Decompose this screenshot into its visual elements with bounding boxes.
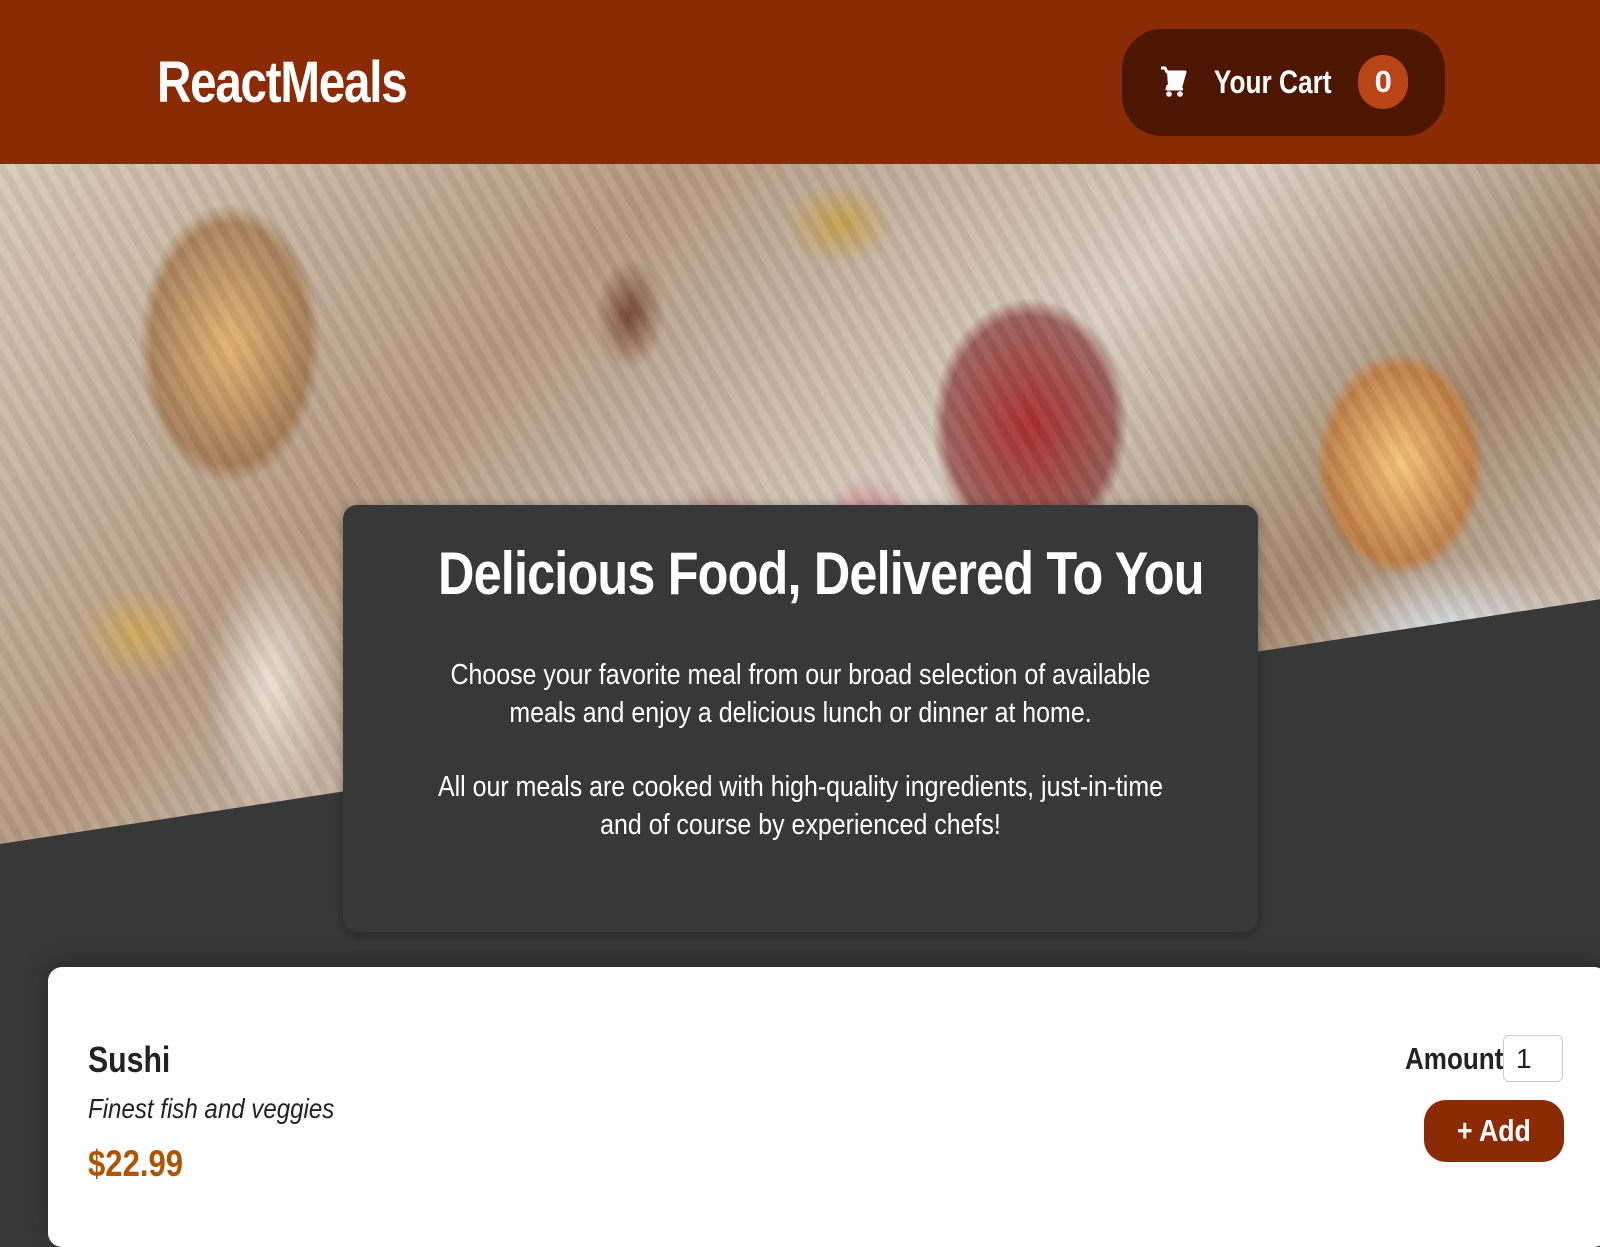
summary-paragraph-2: All our meals are cooked with high-quali… xyxy=(438,771,1163,841)
add-to-cart-button[interactable]: + Add xyxy=(1424,1100,1564,1162)
meal-name: Sushi xyxy=(88,1039,171,1080)
brand-logo: ReactMeals xyxy=(157,49,408,115)
add-button-label: + Add xyxy=(1457,1113,1531,1148)
cart-icon xyxy=(1160,66,1187,97)
cart-button[interactable]: Your Cart 0 xyxy=(1122,28,1445,136)
cart-label: Your Cart xyxy=(1213,63,1332,100)
meal-item: Sushi Finest fish and veggies $22.99 Amo… xyxy=(48,967,1600,1227)
meals-summary-card: Delicious Food, Delivered To You Choose … xyxy=(343,505,1258,932)
meal-price: $22.99 xyxy=(88,1143,184,1184)
amount-label: Amount xyxy=(1405,1041,1504,1076)
amount-input[interactable] xyxy=(1503,1035,1563,1082)
app-header: ReactMeals Your Cart 0 xyxy=(0,0,1600,164)
summary-title: Delicious Food, Delivered To You xyxy=(438,540,1204,607)
cart-count-badge: 0 xyxy=(1358,55,1409,109)
available-meals-card: Sushi Finest fish and veggies $22.99 Amo… xyxy=(48,967,1600,1247)
summary-paragraph-1: Choose your favorite meal from our broad… xyxy=(450,659,1151,729)
meal-description: Finest fish and veggies xyxy=(88,1093,335,1124)
